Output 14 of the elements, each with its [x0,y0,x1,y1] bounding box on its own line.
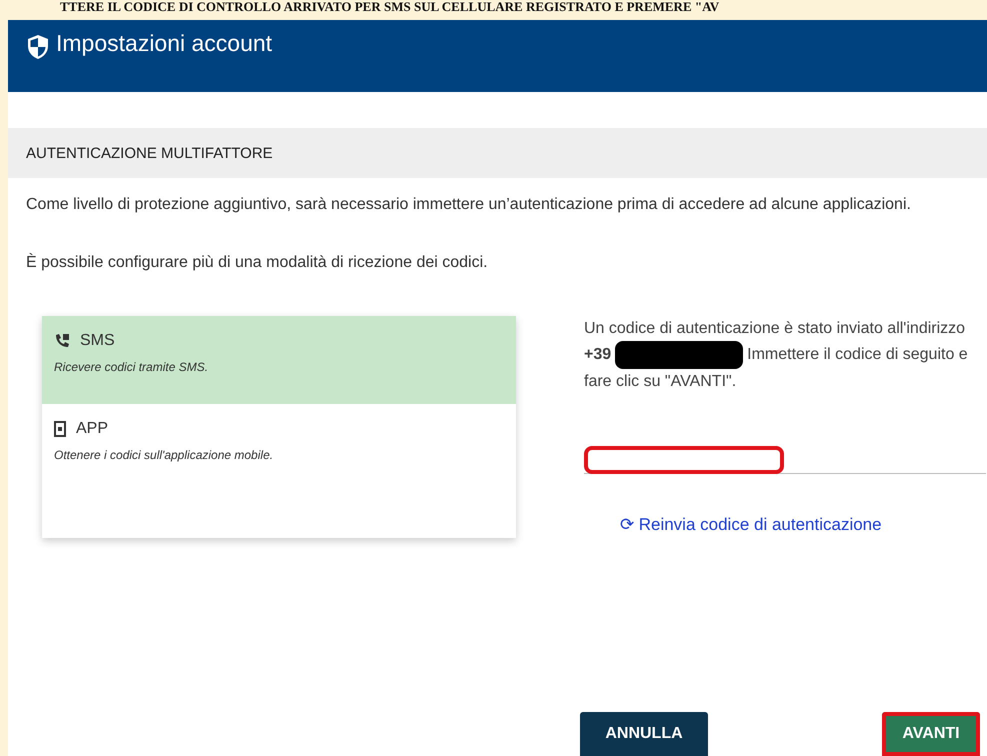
method-option[interactable]: SMS Ricevere codici tramite SMS. [42,316,516,404]
method-description: Ottenere i codici sull'applicazione mobile. [54,448,274,462]
header-title: Impostazioni account [56,30,272,57]
next-button[interactable]: AVANTI [882,712,980,756]
message-text: Un codice di autenticazione è stato inviato all'indirizzo +39 Immettere il codice di seguito e fare clic su "AVANTI". [584,319,969,392]
cancel-button[interactable]: ANNULLA [580,712,708,756]
method-option[interactable]: APP Ottenere i codici sull'applicazione mobile. [42,404,516,492]
method-name: SMS [80,332,115,350]
resend-link[interactable]: ⟳ Reinvia codice di autenticazione [620,512,882,537]
method-description: Ricevere codici tramite SMS. [54,360,210,374]
intro-paragraph: È possibile configurare più di una modalità di ricezione dei codici. [26,252,489,273]
intro-paragraph: Come livello di protezione aggiuntivo, sarà necessario immettere un’autenticazione prima di accedere ad alcune applicazioni. [26,195,912,215]
method-name: APP [76,420,108,438]
section-title: AUTENTICAZIONE MULTIFATTORE [8,128,987,178]
